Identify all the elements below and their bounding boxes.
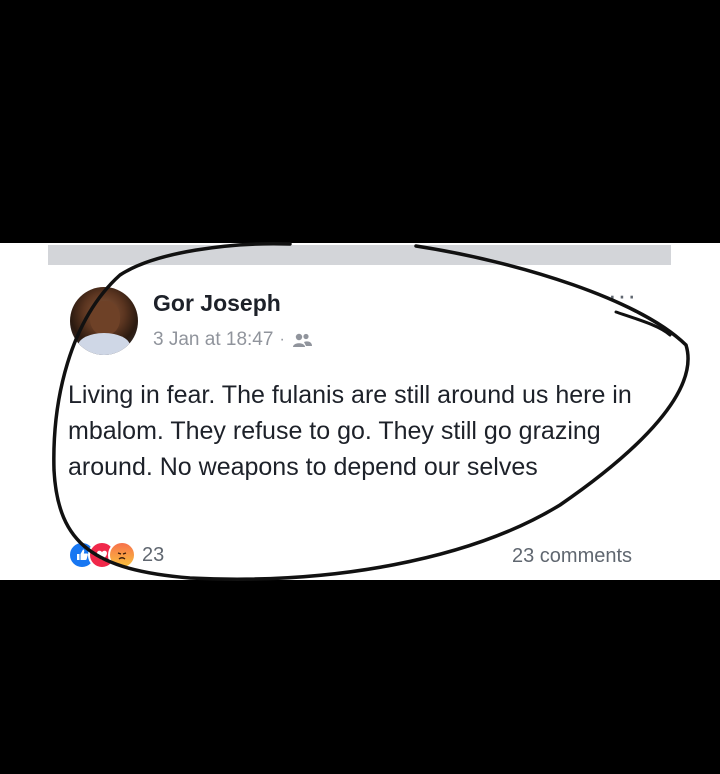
card-top-divider xyxy=(48,245,671,265)
friends-icon[interactable] xyxy=(291,332,313,348)
post-meta: 3 Jan at 18:47 · xyxy=(153,329,313,351)
more-options-button[interactable]: ··· xyxy=(608,282,637,308)
avatar-shirt xyxy=(78,333,130,355)
meta-separator: · xyxy=(279,331,285,348)
author-name[interactable]: Gor Joseph xyxy=(153,290,281,317)
author-avatar[interactable] xyxy=(70,287,138,355)
reactions-summary[interactable]: 23 xyxy=(68,541,164,569)
reaction-count: 23 xyxy=(142,543,165,566)
avatar-face xyxy=(90,301,120,335)
angry-icon xyxy=(108,541,136,569)
post-card: Gor Joseph 3 Jan at 18:47 · ··· Living i… xyxy=(0,243,720,580)
post-body-text: Living in fear. The fulanis are still ar… xyxy=(68,381,632,481)
comments-count-link[interactable]: 23 comments xyxy=(512,545,632,568)
post-timestamp[interactable]: 3 Jan at 18:47 xyxy=(153,329,273,351)
